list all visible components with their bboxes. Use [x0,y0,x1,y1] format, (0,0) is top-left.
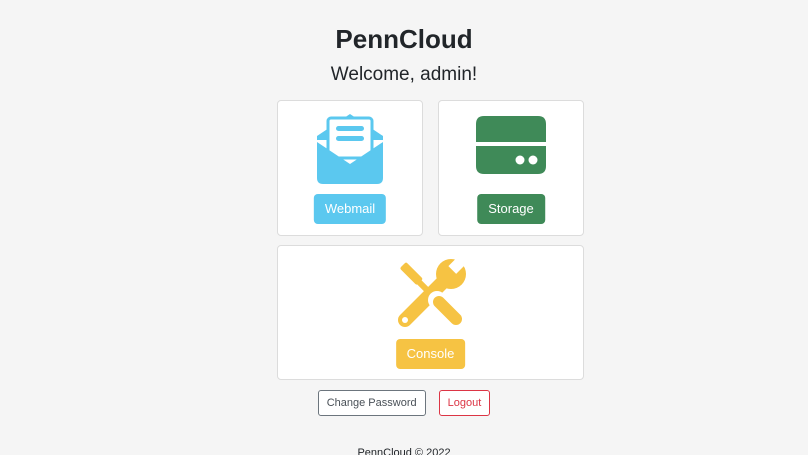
change-password-button[interactable]: Change Password [317,390,426,416]
account-actions: Change Password Logout [0,390,808,416]
welcome-message: Welcome, admin! [330,64,478,85]
storage-button[interactable]: Storage [477,194,545,224]
console-card: Console [277,245,584,380]
storage-card: Storage [438,100,584,236]
console-button[interactable]: Console [395,339,466,369]
footer-copyright: PennCloud © 2022 [357,447,451,455]
webmail-button[interactable]: Webmail [313,194,387,224]
logout-button[interactable]: Logout [438,390,491,416]
webmail-card: Webmail [277,100,423,236]
server-icon [476,116,546,174]
envelope-open-icon [317,114,383,184]
page-title: PennCloud [335,24,473,54]
tools-icon [397,256,469,329]
home-page: PennCloud Welcome, admin! Webmail Storag… [0,0,808,455]
